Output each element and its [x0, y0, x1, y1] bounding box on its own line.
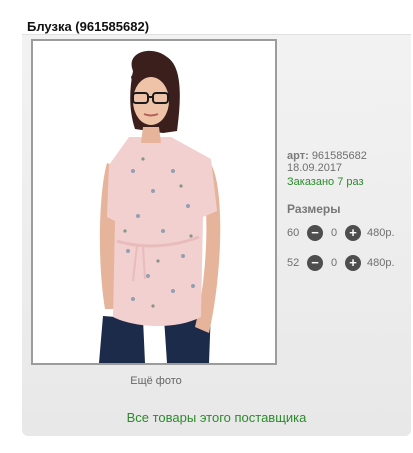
- title-bar: Блузка (961585682): [22, 14, 411, 35]
- product-info: арт: 961585682 18.09.2017 Заказано 7 раз: [287, 150, 407, 188]
- size-row: 60 − 0 + 480р.: [287, 224, 395, 242]
- more-photos-link[interactable]: Ещё фото: [22, 375, 290, 387]
- size-row: 52 − 0 + 480р.: [287, 254, 395, 272]
- ordered-count: Заказано 7 раз: [287, 176, 364, 188]
- supplier-products-link[interactable]: Все товары этого поставщика: [22, 410, 411, 425]
- minus-circle-icon[interactable]: −: [307, 225, 323, 241]
- size-price: 480р.: [367, 227, 395, 239]
- product-photo[interactable]: [31, 39, 277, 365]
- size-price: 480р.: [367, 257, 395, 269]
- size-value: 52: [287, 257, 300, 269]
- product-photo-image[interactable]: [33, 41, 275, 363]
- plus-circle-icon[interactable]: +: [345, 255, 361, 271]
- sizes-label: Размеры: [287, 202, 341, 216]
- size-value: 60: [287, 227, 300, 239]
- minus-circle-icon[interactable]: −: [307, 255, 323, 271]
- plus-circle-icon[interactable]: +: [345, 225, 361, 241]
- article-value: 961585682: [311, 150, 367, 162]
- product-card: Блузка (961585682) Ещё фото арт: 9615856…: [22, 14, 411, 436]
- product-date: 18.09.2017: [287, 162, 343, 174]
- quantity-value: 0: [330, 227, 338, 239]
- article-label: арт:: [287, 150, 309, 162]
- product-title: Блузка (961585682): [27, 19, 150, 34]
- article-line: арт: 961585682: [287, 150, 407, 162]
- quantity-value: 0: [330, 257, 338, 269]
